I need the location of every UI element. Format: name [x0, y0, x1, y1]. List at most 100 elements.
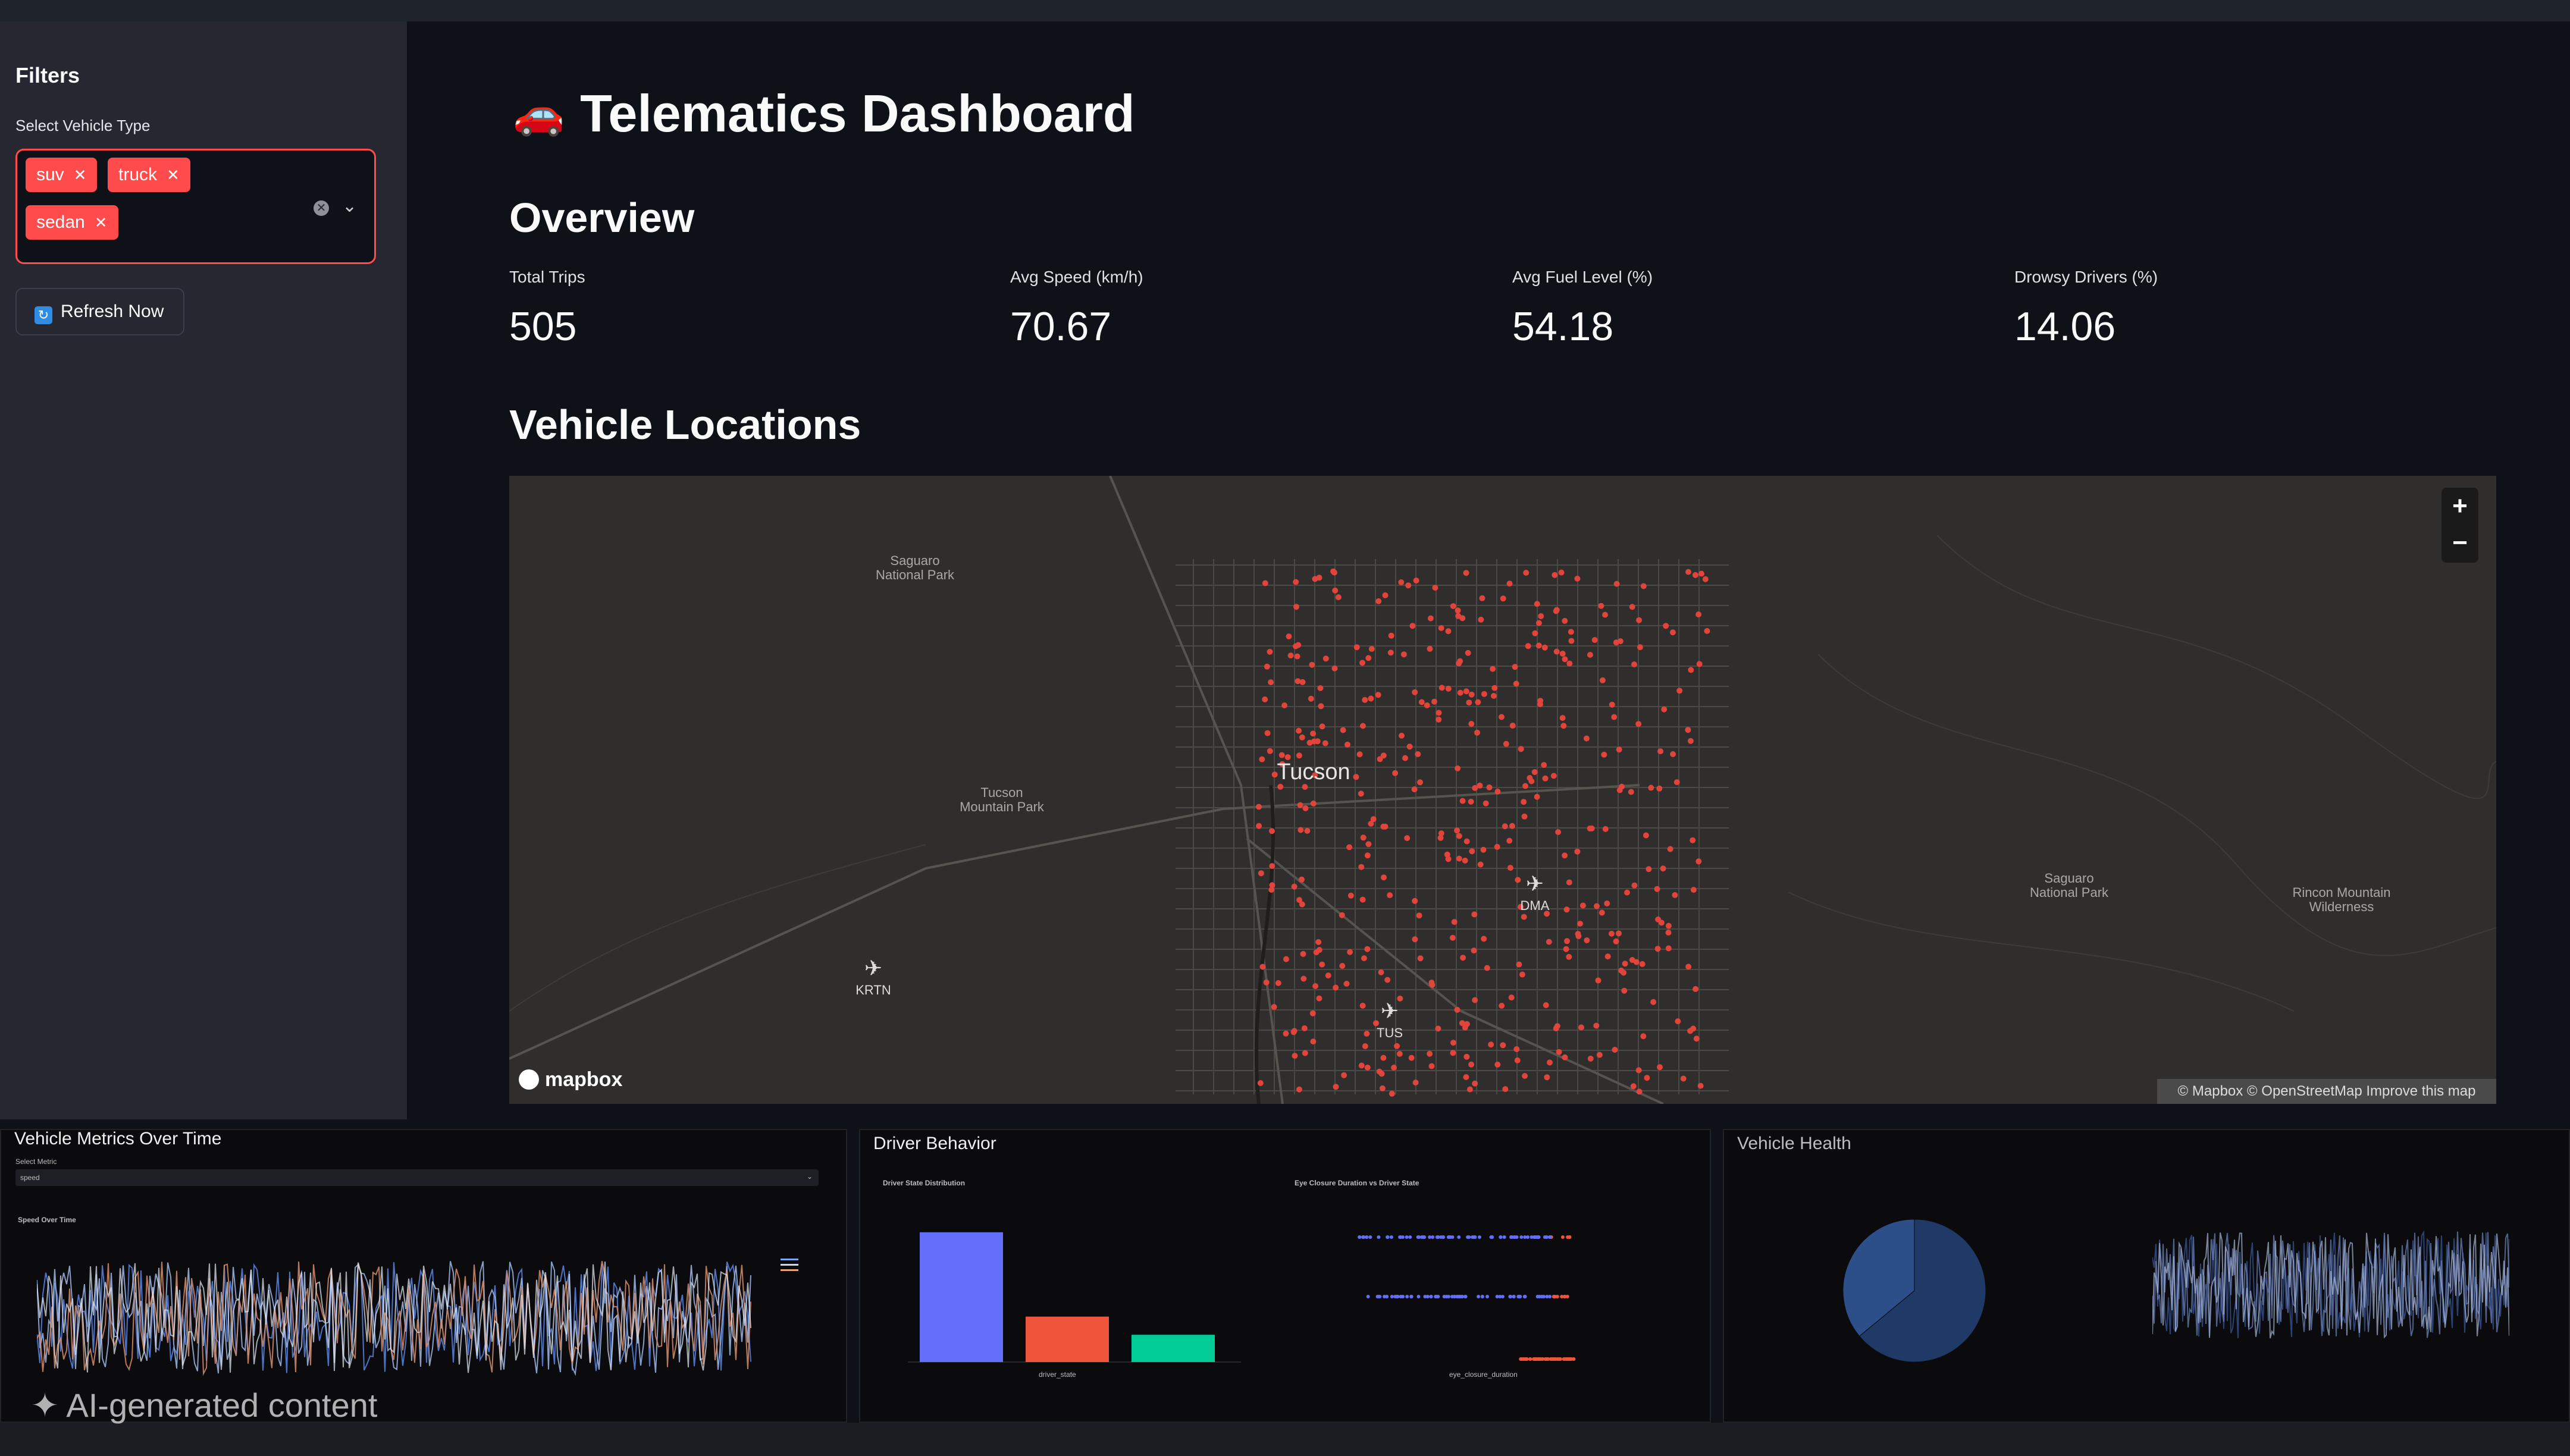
vehicle-point — [1258, 870, 1264, 877]
car-icon: 🚗 — [513, 90, 565, 137]
vehicle-point — [1617, 638, 1624, 645]
tag-suv[interactable]: suv ✕ — [26, 158, 98, 192]
vehicle-point — [1301, 1025, 1308, 1031]
strip-point — [1405, 1235, 1409, 1239]
strip-point — [1423, 1295, 1427, 1298]
vehicle-point — [1583, 735, 1590, 742]
vehicle-point — [1297, 802, 1303, 808]
remove-tag-icon[interactable]: ✕ — [74, 166, 87, 184]
mapbox-logo-text: mapbox — [545, 1068, 623, 1091]
vehicle-point — [1416, 912, 1422, 919]
vehicle-point — [1690, 837, 1696, 843]
vehicle-point — [1335, 594, 1342, 601]
panel-driver-behavior: Driver Behavior Driver State Distributio… — [859, 1129, 1711, 1423]
strip-point — [1502, 1235, 1506, 1239]
vehicle-point — [1692, 572, 1698, 578]
vehicle-point — [1675, 1018, 1681, 1025]
vehicle-point — [1468, 721, 1475, 727]
vehicle-point — [1364, 1064, 1371, 1071]
remove-tag-icon[interactable]: ✕ — [167, 166, 180, 184]
vehicle-point — [1302, 805, 1309, 811]
strip-point — [1568, 1235, 1572, 1239]
strip-point — [1512, 1295, 1516, 1298]
vehicle-point — [1405, 582, 1412, 589]
vehicle-point — [1602, 611, 1608, 618]
strip-point — [1377, 1295, 1381, 1298]
vehicle-point — [1256, 804, 1262, 810]
vehicle-point — [1500, 595, 1506, 602]
airport-label: DMA — [1521, 898, 1550, 913]
bar — [1132, 1335, 1215, 1362]
vehicle-point — [1616, 787, 1623, 793]
vehicle-point — [1616, 930, 1622, 937]
vehicle-point — [1611, 714, 1618, 720]
metric-value: 14.06 — [2014, 304, 2116, 349]
vehicle-locations-map[interactable]: Saguaro National Park Tucson Mountain Park… — [509, 476, 2496, 1104]
vehicle-point — [1271, 1004, 1277, 1010]
vehicle-point — [1628, 789, 1634, 795]
metric-select-value: speed — [20, 1173, 40, 1182]
ai-generated-label: ✦ AI-generated content — [31, 1386, 378, 1424]
vehicle-point — [1481, 691, 1487, 697]
vehicle-point — [1697, 1082, 1704, 1089]
vehicle-point — [1553, 607, 1560, 613]
vehicle-point — [1267, 748, 1273, 754]
vehicle-point — [1462, 857, 1468, 864]
strip-point — [1399, 1235, 1403, 1239]
vehicle-point — [1362, 696, 1368, 703]
page-title-text: Telematics Dashboard — [580, 84, 1135, 143]
panel-title: Vehicle Health — [1737, 1134, 1851, 1153]
vehicle-point — [1400, 651, 1407, 658]
vehicle-point — [1499, 714, 1505, 720]
vehicle-point — [1388, 632, 1394, 639]
vehicle-point — [1450, 603, 1456, 610]
map-terrain — [509, 535, 2496, 1012]
metric-avg-fuel: Avg Fuel Level (%) 54.18 — [1512, 268, 1653, 350]
vehicle-point — [1359, 1002, 1366, 1009]
vehicle-point — [1378, 969, 1384, 975]
refresh-button[interactable]: ↻ Refresh Now — [15, 288, 184, 335]
vehicle-point — [1559, 715, 1566, 721]
vehicle-point — [1680, 1075, 1687, 1082]
strip-point — [1386, 1235, 1390, 1239]
chevron-down-icon[interactable]: ⌄ — [807, 1172, 813, 1181]
strip-point — [1526, 1235, 1530, 1239]
vehicle-point — [1564, 938, 1570, 944]
vehicle-point — [1575, 931, 1581, 937]
vehicle-point — [1332, 587, 1339, 594]
zoom-out-button[interactable]: − — [2442, 525, 2478, 561]
strip-point — [1408, 1235, 1412, 1239]
vehicle-type-multiselect[interactable]: suv ✕ truck ✕ sedan ✕ ✕ ⌄ — [15, 149, 376, 264]
vehicle-point — [1302, 1050, 1308, 1056]
vehicle-point — [1577, 921, 1583, 927]
vehicle-point — [1436, 710, 1442, 716]
strip-point — [1535, 1235, 1539, 1239]
vehicle-point — [1568, 629, 1574, 635]
place-label: National Park — [2030, 885, 2109, 900]
remove-tag-icon[interactable]: ✕ — [95, 214, 108, 231]
strip-point — [1452, 1295, 1456, 1298]
vehicle-point — [1428, 1063, 1435, 1069]
vehicle-point — [1296, 1086, 1302, 1093]
map-attribution[interactable]: © Mapbox © OpenStreetMap Improve this ma… — [2157, 1079, 2496, 1104]
vehicle-point — [1296, 727, 1302, 734]
vehicle-point — [1535, 642, 1542, 649]
vehicle-point — [1490, 693, 1497, 699]
strip-point — [1545, 1357, 1549, 1361]
clear-all-icon[interactable]: ✕ — [314, 200, 329, 216]
vehicle-point — [1451, 919, 1458, 925]
vehicle-point — [1353, 774, 1359, 780]
metric-select[interactable]: speed ⌄ — [15, 1169, 819, 1186]
chevron-down-icon[interactable]: ⌄ — [342, 196, 357, 216]
vehicle-point — [1559, 651, 1566, 657]
strip-point — [1366, 1295, 1370, 1298]
vehicle-point — [1650, 999, 1657, 1005]
tag-truck[interactable]: truck ✕ — [108, 158, 190, 192]
vehicle-point — [1637, 644, 1643, 651]
zoom-in-button[interactable]: + — [2442, 488, 2478, 525]
tag-sedan[interactable]: sedan ✕ — [26, 205, 118, 240]
strip-point — [1457, 1235, 1461, 1239]
vehicle-point — [1660, 865, 1666, 872]
place-label: National Park — [876, 567, 955, 582]
vehicle-point — [1375, 692, 1381, 698]
